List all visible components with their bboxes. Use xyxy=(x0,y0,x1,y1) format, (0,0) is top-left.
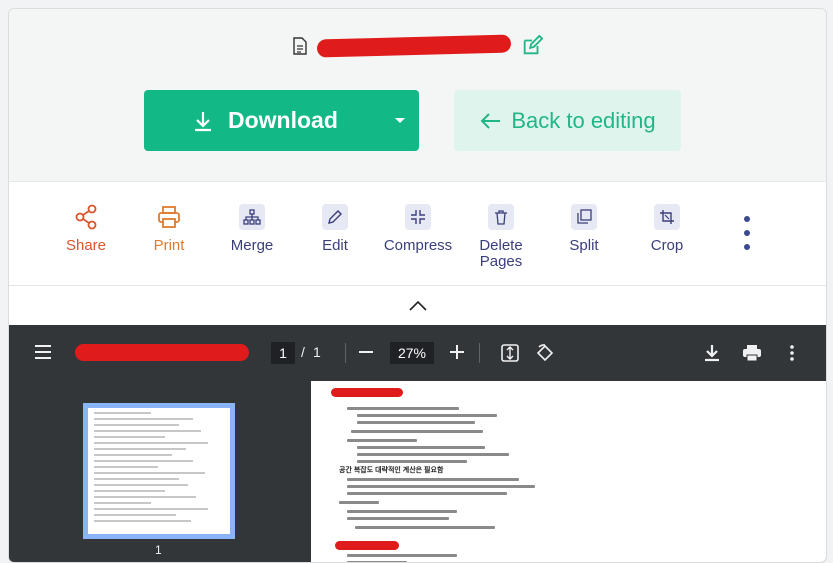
tool-bar: Share Print Merge Edit Compress Delete P… xyxy=(9,181,826,285)
tool-delete-pages[interactable]: Delete Pages xyxy=(459,204,543,270)
edit-filename-icon[interactable] xyxy=(521,35,543,57)
printer-icon xyxy=(156,204,182,230)
tool-compress-label: Compress xyxy=(383,237,453,254)
arrow-left-icon xyxy=(480,112,501,129)
collapse-toggle[interactable] xyxy=(9,285,826,325)
download-pdf-icon[interactable] xyxy=(701,342,723,364)
tool-crop[interactable]: Crop xyxy=(625,204,709,254)
download-icon xyxy=(195,111,211,131)
trash-icon xyxy=(488,204,514,230)
tool-print-label: Print xyxy=(153,237,185,254)
file-name-redaction xyxy=(316,34,511,58)
page-section-heading: 공간 복잡도 대략적인 계산은 필요함 xyxy=(339,467,444,474)
tool-merge[interactable]: Merge xyxy=(210,204,294,254)
zoom-in-icon[interactable] xyxy=(450,345,464,359)
caret-down-icon xyxy=(394,117,405,123)
document-icon xyxy=(292,37,307,55)
pencil-icon xyxy=(322,204,348,230)
zoom-level-input[interactable]: 27% xyxy=(390,342,434,364)
rotate-icon[interactable] xyxy=(534,342,556,364)
download-options-dropdown[interactable] xyxy=(380,117,419,125)
menu-icon[interactable] xyxy=(35,345,51,359)
more-options-icon[interactable] xyxy=(781,342,803,364)
page-subheading-redaction xyxy=(335,541,399,550)
tool-share[interactable]: Share xyxy=(44,204,128,254)
thumbnail-sidebar: 1 xyxy=(9,381,311,562)
toolbar-divider xyxy=(345,343,346,363)
share-icon xyxy=(73,204,99,230)
more-dot-icon xyxy=(744,230,750,236)
thumbnail-page-number: 1 xyxy=(155,543,162,557)
print-pdf-icon[interactable] xyxy=(741,342,763,364)
tool-split[interactable]: Split xyxy=(542,204,626,254)
more-dot-icon xyxy=(744,216,750,222)
tool-crop-label: Crop xyxy=(650,237,684,254)
merge-icon xyxy=(239,204,265,230)
tool-print[interactable]: Print xyxy=(127,204,211,254)
split-icon xyxy=(571,204,597,230)
tool-edit[interactable]: Edit xyxy=(293,204,377,254)
download-button[interactable]: Download xyxy=(144,90,419,151)
back-to-editing-button[interactable]: Back to editing xyxy=(454,90,681,151)
more-tools-button[interactable] xyxy=(741,216,753,250)
fit-to-page-icon[interactable] xyxy=(499,342,521,364)
pdf-page: 공간 복잡도 대략적인 계산은 필요함 xyxy=(311,381,826,562)
app-frame: Download Back to editing Share Print Mer… xyxy=(8,8,827,563)
download-header: Download Back to editing xyxy=(9,9,826,181)
pdf-viewer: 1 / 1 27% 1 공간 복잡도 대략적인 계산은 필요함 xyxy=(9,325,826,562)
compress-icon xyxy=(405,204,431,230)
page-total: 1 xyxy=(313,344,321,360)
crop-icon xyxy=(654,204,680,230)
tool-edit-label: Edit xyxy=(322,237,348,254)
back-to-editing-label: Back to editing xyxy=(511,107,656,133)
tool-split-label: Split xyxy=(569,237,599,254)
pdf-viewer-toolbar: 1 / 1 27% xyxy=(9,325,826,381)
tool-delete-pages-label: Delete Pages xyxy=(479,237,523,270)
tool-share-label: Share xyxy=(65,237,107,254)
tool-merge-label: Merge xyxy=(230,237,274,254)
download-label: Download xyxy=(228,107,338,133)
page-separator: / xyxy=(301,344,305,360)
zoom-out-icon[interactable] xyxy=(359,351,373,353)
file-name-row xyxy=(9,34,826,58)
tool-compress[interactable]: Compress xyxy=(376,204,460,254)
page-heading-redaction xyxy=(331,388,403,397)
page-thumbnail[interactable] xyxy=(83,403,235,539)
page-number-input[interactable]: 1 xyxy=(271,342,295,364)
pdf-title-redaction xyxy=(75,344,249,361)
chevron-up-icon xyxy=(408,300,427,311)
more-dot-icon xyxy=(744,244,750,250)
toolbar-divider xyxy=(479,343,480,363)
